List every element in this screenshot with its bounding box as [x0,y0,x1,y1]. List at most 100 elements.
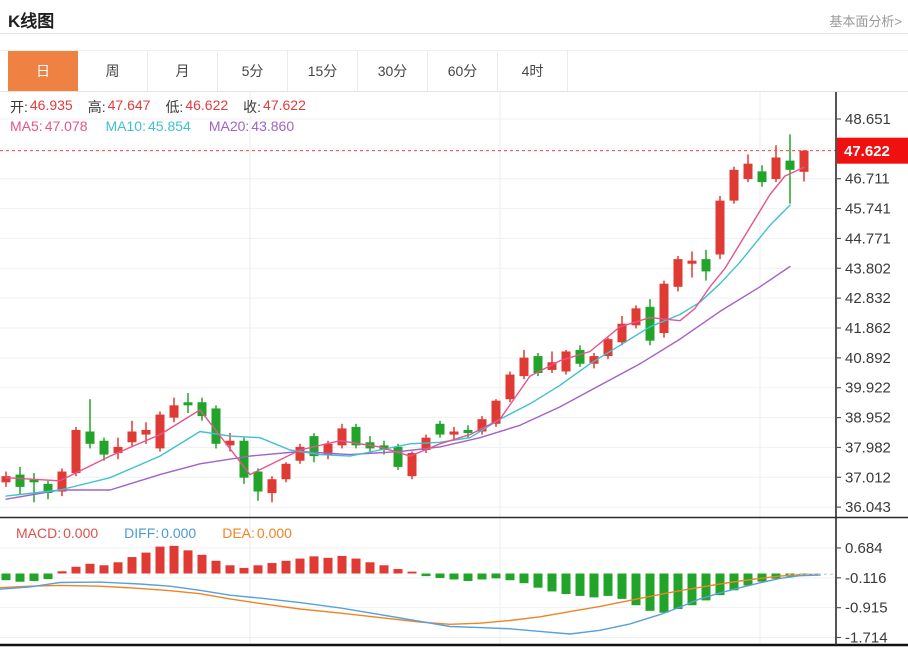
macd-bar [449,573,459,580]
candle [729,169,739,201]
current-price-badge-label: 47.622 [844,143,890,160]
macd-bar [183,550,193,574]
candle [337,428,347,446]
macd-bar [197,554,207,574]
macd-bar [589,573,599,598]
macd-bar [71,566,81,574]
candle [701,259,711,272]
macd-bar [323,557,333,574]
macd-bar [127,557,137,574]
candle [141,429,151,435]
tab-month[interactable]: 月 [148,51,218,91]
y-axis-label: 42.832 [845,290,891,307]
macd-bar [169,545,179,574]
tab-day[interactable]: 日 [8,51,78,91]
macd-bar [99,565,109,574]
y-axis-label: -0.915 [845,600,888,617]
tab-4hour[interactable]: 4时 [498,51,568,91]
y-axis-label: 36.043 [845,499,891,516]
ma10-readout: MA10: 45.854 [105,118,191,134]
y-axis-label: 41.862 [845,320,891,337]
ohlc-close: 收: 47.622 [243,97,306,115]
tab-5min[interactable]: 5分 [218,51,288,91]
macd-bar [351,558,361,574]
period-tabs: 日 周 月 5分 15分 30分 60分 4时 [0,50,908,92]
candle [267,479,277,494]
candle [183,402,193,406]
candle [71,429,81,474]
macd-bar [379,565,389,574]
candle [281,463,291,480]
macd-bar [295,558,305,574]
candle [15,474,25,487]
y-axis-label: -0.116 [845,570,886,587]
candle [659,283,669,333]
ohlc-open: 开: 46.935 [10,97,73,115]
macd-bar [519,573,529,584]
ohlc-high: 高: 47.647 [87,97,151,115]
macd-bar [29,573,39,581]
tab-60min[interactable]: 60分 [428,51,498,91]
page-header: K线图 基本面分析> [0,0,908,34]
candle [169,405,179,418]
macd-bar [211,560,221,574]
diff-value-readout: DIFF: 0.000 [124,525,197,541]
candle [449,431,459,435]
candle [575,349,585,364]
candle [687,260,697,264]
candle [407,453,417,477]
macd-bar [43,573,53,580]
ma5-readout: MA5: 47.078 [10,118,88,134]
macd-bar [533,573,543,588]
macd-bar [575,573,585,596]
tab-week[interactable]: 周 [78,51,148,91]
y-axis-label: -1.714 [845,630,888,647]
macd-bar [225,565,235,574]
kline-macd-chart[interactable]: 48.651 46.711 45.741 44.771 43.802 42.832 41.8… [0,92,908,649]
candle [393,446,403,467]
macd-bar [491,573,501,579]
macd-bar [645,573,655,611]
candle [99,440,109,455]
candle [519,357,529,377]
macd-bar [463,573,473,581]
kline-page: K线图 基本面分析> 日 周 月 5分 15分 30分 60分 4时 开: 46.… [0,0,908,649]
candle [561,351,571,372]
candle [505,374,515,400]
macd-bar [85,563,95,574]
macd-bar [435,573,445,578]
y-axis-label: 43.802 [845,260,891,277]
macd-bar [141,552,151,574]
tab-15min[interactable]: 15分 [288,51,358,91]
macd-bar [421,573,431,577]
ma5-line [5,166,805,482]
y-axis-label: 48.651 [845,111,891,128]
candle [155,414,165,449]
macd-bar [253,565,263,574]
candle [197,402,207,417]
candle [253,471,263,492]
macd-bar [1,573,11,581]
macd-bar [617,573,627,599]
candle [127,431,137,443]
y-axis-label: 37.012 [845,469,891,486]
page-title: K线图 [8,12,55,31]
y-axis-label: 38.952 [845,410,891,427]
candle [85,431,95,444]
candle [463,429,473,434]
ma-readout: MA5: 47.078 MA10: 45.854 MA20: 43.860 [10,118,294,134]
y-axis-label: 40.892 [845,350,891,367]
fundamental-analysis-link[interactable]: 基本面分析> [829,11,902,30]
macd-bar [57,571,67,574]
macd-bar [407,571,417,574]
macd-bar [15,573,25,582]
chart-area: 开: 46.935 高: 47.647 低: 46.622 收: 47.622 MA5:… [0,92,908,649]
macd-value-readout: MACD: 0.000 [16,525,99,541]
y-axis-label: 44.771 [845,230,891,247]
tab-30min[interactable]: 30分 [358,51,428,91]
macd-bar [477,573,487,580]
y-axis-label: 45.741 [845,201,891,218]
macd-bar [281,560,291,574]
candle [435,423,445,435]
ohlc-low: 低: 46.622 [165,97,229,115]
